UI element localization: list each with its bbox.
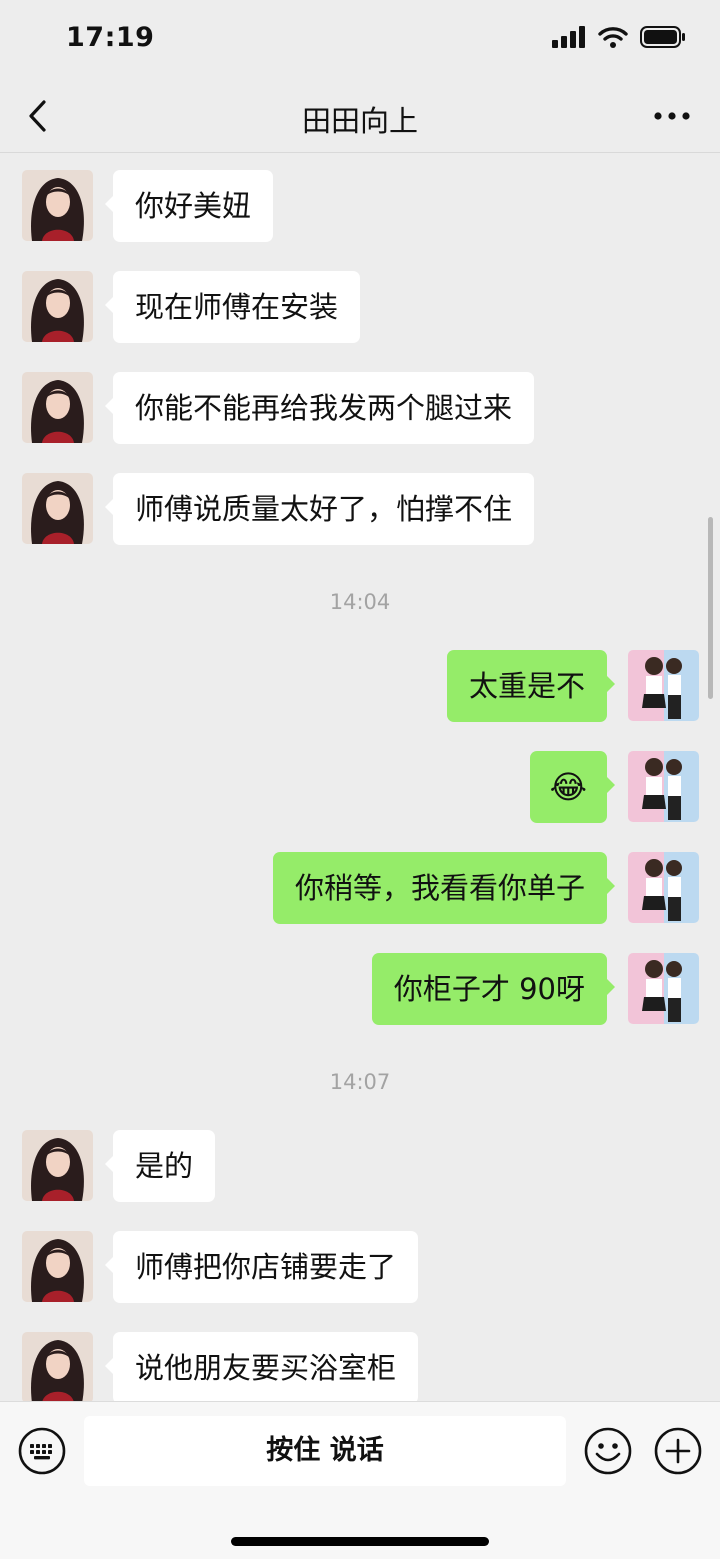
- message-row: 你稍等，我看看你单子: [0, 852, 720, 924]
- wifi-icon: [598, 27, 628, 48]
- avatar-girl-icon: [22, 1130, 93, 1201]
- message-row: 是的: [0, 1130, 720, 1202]
- message-row: 师傅说质量太好了，怕撑不住: [0, 473, 720, 545]
- message-bubble-received[interactable]: 你能不能再给我发两个腿过来: [104, 372, 535, 444]
- message-bubble-received[interactable]: 是的: [104, 1130, 216, 1202]
- status-icons: [552, 26, 686, 48]
- avatar-couple-icon: [628, 751, 699, 822]
- contact-avatar[interactable]: [22, 1130, 93, 1201]
- scrollbar[interactable]: [708, 517, 713, 699]
- home-indicator[interactable]: [231, 1537, 489, 1546]
- contact-avatar[interactable]: [22, 271, 93, 342]
- contact-avatar[interactable]: [22, 1231, 93, 1302]
- keyboard-icon: [18, 1427, 66, 1475]
- avatar-couple-icon: [628, 953, 699, 1024]
- message-row: 你柜子才 90呀: [0, 953, 720, 1025]
- message-row: 师傅把你店铺要走了: [0, 1231, 720, 1303]
- emoji-button[interactable]: [583, 1426, 633, 1476]
- message-row: 现在师傅在安装: [0, 271, 720, 343]
- nav-bar: 田田向上: [0, 80, 720, 153]
- chat-area[interactable]: 你好美妞 现在师傅在安装 你能不能再给我发两个腿过来 师傅说质量太好了，怕撑不住…: [0, 153, 720, 1401]
- message-row: 太重是不: [0, 650, 720, 722]
- avatar-girl-icon: [22, 170, 93, 241]
- message-bubble-sent[interactable]: 你稍等，我看看你单子: [272, 852, 616, 924]
- avatar-couple-icon: [628, 650, 699, 721]
- status-bar: 17:19: [0, 0, 720, 80]
- contact-avatar[interactable]: [22, 372, 93, 443]
- message-bubble-sent[interactable]: 😂: [529, 751, 616, 823]
- message-bubble-sent[interactable]: 太重是不: [446, 650, 616, 722]
- my-avatar[interactable]: [628, 650, 699, 721]
- plus-icon: [654, 1427, 702, 1475]
- message-row: 你好美妞: [0, 170, 720, 242]
- status-time: 17:19: [66, 22, 155, 53]
- input-bar: 按住 说话: [0, 1401, 720, 1559]
- message-bubble-received[interactable]: 说他朋友要买浴室柜: [104, 1332, 419, 1401]
- more-dots-icon: [654, 112, 690, 120]
- message-row: 说他朋友要买浴室柜: [0, 1332, 720, 1401]
- more-functions-button[interactable]: [653, 1426, 703, 1476]
- battery-icon: [640, 26, 685, 48]
- avatar-girl-icon: [22, 1231, 93, 1302]
- keyboard-button[interactable]: [17, 1426, 67, 1476]
- timestamp: 14:07: [329, 1070, 391, 1094]
- message-bubble-received[interactable]: 现在师傅在安装: [104, 271, 361, 343]
- message-bubble-sent[interactable]: 你柜子才 90呀: [371, 953, 616, 1025]
- contact-avatar[interactable]: [22, 473, 93, 544]
- message-bubble-received[interactable]: 师傅说质量太好了，怕撑不住: [104, 473, 535, 545]
- laughing-tears-emoji: 😂: [549, 768, 587, 806]
- my-avatar[interactable]: [628, 953, 699, 1024]
- avatar-couple-icon: [628, 852, 699, 923]
- message-row: 你能不能再给我发两个腿过来: [0, 372, 720, 444]
- avatar-girl-icon: [22, 473, 93, 544]
- my-avatar[interactable]: [628, 852, 699, 923]
- more-button[interactable]: [648, 94, 696, 138]
- my-avatar[interactable]: [628, 751, 699, 822]
- message-bubble-received[interactable]: 你好美妞: [104, 170, 274, 242]
- timestamp: 14:04: [329, 590, 391, 614]
- avatar-girl-icon: [22, 271, 93, 342]
- avatar-girl-icon: [22, 1332, 93, 1401]
- hold-to-talk-button[interactable]: 按住 说话: [84, 1416, 566, 1486]
- contact-avatar[interactable]: [22, 170, 93, 241]
- message-bubble-received[interactable]: 师傅把你店铺要走了: [104, 1231, 419, 1303]
- emoji-icon: [584, 1427, 632, 1475]
- message-row: 😂: [0, 751, 720, 823]
- signal-icon: [552, 26, 585, 48]
- chat-title: 田田向上: [301, 104, 418, 138]
- avatar-girl-icon: [22, 372, 93, 443]
- contact-avatar[interactable]: [22, 1332, 93, 1401]
